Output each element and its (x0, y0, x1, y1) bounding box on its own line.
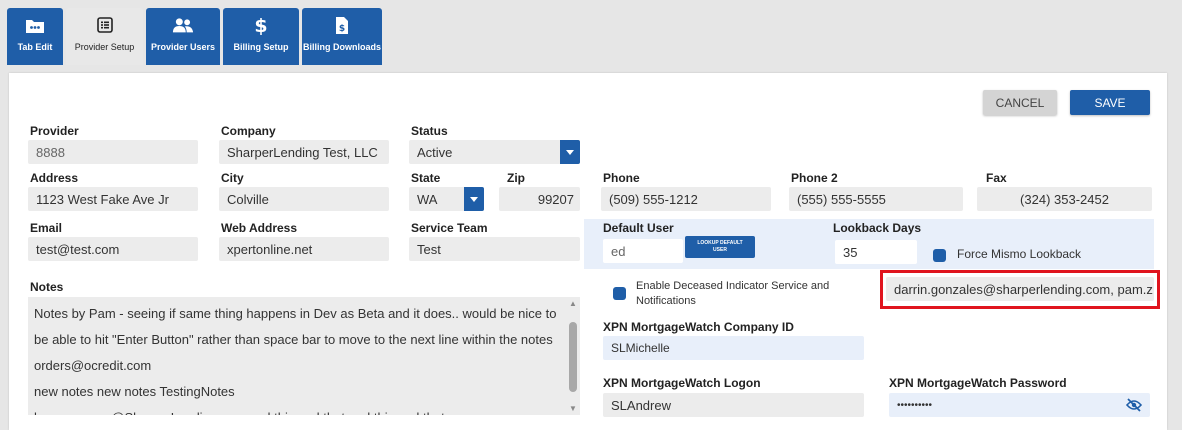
deceased-indicator-label: Enable Deceased Indicator Service and No… (636, 279, 829, 309)
chevron-down-icon[interactable] (560, 140, 580, 164)
tab-billing-setup-label: Billing Setup (233, 42, 289, 52)
fax-field[interactable]: (324) 353-2452 (977, 187, 1152, 211)
service-team-field[interactable]: Test (409, 237, 580, 261)
zip-label: Zip (507, 171, 525, 185)
xpn-password-label: XPN MortgageWatch Password (889, 376, 1067, 390)
xpn-company-id-label: XPN MortgageWatch Company ID (603, 320, 794, 334)
xpn-password-field[interactable]: •••••••••• (889, 393, 1150, 417)
save-button[interactable]: SAVE (1070, 90, 1150, 115)
deceased-label-line2: Notifications (636, 295, 696, 307)
xpn-logon-field[interactable]: SLAndrew (603, 393, 864, 417)
scroll-down-icon[interactable]: ▼ (569, 404, 577, 413)
tab-provider-setup-label: Provider Setup (74, 42, 135, 52)
deceased-label-line1: Enable Deceased Indicator Service and (636, 280, 830, 292)
phone2-field[interactable]: (555) 555-5555 (789, 187, 963, 211)
xpn-logon-label: XPN MortgageWatch Logon (603, 376, 761, 390)
svg-text:$: $ (254, 15, 267, 35)
phone-label: Phone (603, 171, 640, 185)
service-team-label: Service Team (411, 221, 488, 235)
phone-field[interactable]: (509) 555-1212 (601, 187, 771, 211)
phone2-label: Phone 2 (791, 171, 838, 185)
xpn-password-value: •••••••••• (897, 399, 933, 411)
notes-scrollbar[interactable]: ▲ ▼ (566, 297, 580, 415)
lookup-button-line1: LOOKUP DEFAULT (697, 240, 743, 246)
company-label: Company (221, 124, 276, 138)
deceased-indicator-checkbox[interactable] (613, 287, 626, 300)
tab-edit-label: Tab Edit (17, 42, 53, 52)
notes-line: be able to hit "Enter Button" rather tha… (34, 332, 553, 347)
provider-label: Provider (30, 124, 79, 138)
default-user-field[interactable]: ed (603, 239, 683, 263)
svg-text:$: $ (339, 24, 345, 34)
lookback-days-field[interactable]: 35 (835, 240, 917, 264)
address-label: Address (30, 171, 79, 185)
email-label: Email (30, 221, 63, 235)
chevron-down-icon[interactable] (464, 187, 484, 211)
scroll-thumb[interactable] (569, 322, 577, 392)
web-address-field[interactable]: xpertonline.net (219, 237, 389, 261)
xpn-company-id-field[interactable]: SLMichelle (603, 336, 864, 360)
status-select[interactable]: Active (409, 140, 580, 164)
provider-field[interactable]: 8888 (28, 140, 198, 164)
eye-slash-icon[interactable] (1125, 398, 1143, 415)
status-value: Active (417, 144, 453, 160)
tab-provider-users[interactable]: Provider Users (146, 8, 220, 65)
lookup-default-user-button[interactable]: LOOKUP DEFAULT USER (685, 236, 755, 258)
state-label: State (411, 171, 441, 185)
state-value: WA (417, 191, 438, 207)
provider-setup-panel: CANCEL SAVE Provider 8888 Company Sharpe… (9, 73, 1167, 430)
notes-line: new notes new notes TestingNotes (34, 384, 235, 399)
city-field[interactable]: Colville (219, 187, 389, 211)
dollar-icon: $ (250, 14, 272, 36)
status-label: Status (411, 124, 448, 138)
notes-line: Notes by Pam - seeing if same thing happ… (34, 306, 557, 321)
file-dollar-icon: $ (331, 14, 353, 36)
tab-provider-setup[interactable]: Provider Setup (66, 8, 143, 65)
notes-line: bryan.sawyer@SharperLending.com and this… (34, 405, 566, 415)
users-icon (172, 14, 194, 36)
state-select[interactable]: WA (409, 187, 484, 211)
lookup-button-line2: USER (713, 247, 727, 253)
lookback-days-label: Lookback Days (833, 221, 922, 235)
tab-billing-downloads[interactable]: $ Billing Downloads (302, 8, 382, 65)
email-field[interactable]: test@test.com (28, 237, 198, 261)
company-field[interactable]: SharperLending Test, LLC (219, 140, 389, 164)
notes-textarea[interactable]: Notes by Pam - seeing if same thing happ… (28, 297, 566, 415)
tab-bar: Tab Edit Provider Setup Provider Users $… (7, 8, 382, 65)
force-mismo-checkbox[interactable] (933, 249, 946, 262)
tab-provider-users-label: Provider Users (150, 42, 216, 52)
cancel-button[interactable]: CANCEL (983, 90, 1057, 115)
address-field[interactable]: 1123 West Fake Ave Jr (28, 187, 198, 211)
tab-billing-setup[interactable]: $ Billing Setup (223, 8, 299, 65)
tab-edit[interactable]: Tab Edit (7, 8, 63, 65)
web-address-label: Web Address (221, 221, 298, 235)
default-user-label: Default User (603, 221, 674, 235)
zip-field[interactable]: 99207 (499, 187, 580, 211)
list-icon (94, 14, 116, 36)
notification-emails-field[interactable]: darrin.gonzales@sharperlending.com, pam.… (886, 277, 1154, 301)
fax-label: Fax (986, 171, 1007, 185)
force-mismo-label: Force Mismo Lookback (957, 247, 1082, 261)
notes-label: Notes (30, 280, 64, 294)
scroll-up-icon[interactable]: ▲ (569, 299, 577, 308)
notes-line: orders@ocredit.com (34, 358, 152, 373)
city-label: City (221, 171, 244, 185)
tab-billing-downloads-label: Billing Downloads (303, 42, 381, 52)
ellipsis-folder-icon (24, 14, 46, 36)
